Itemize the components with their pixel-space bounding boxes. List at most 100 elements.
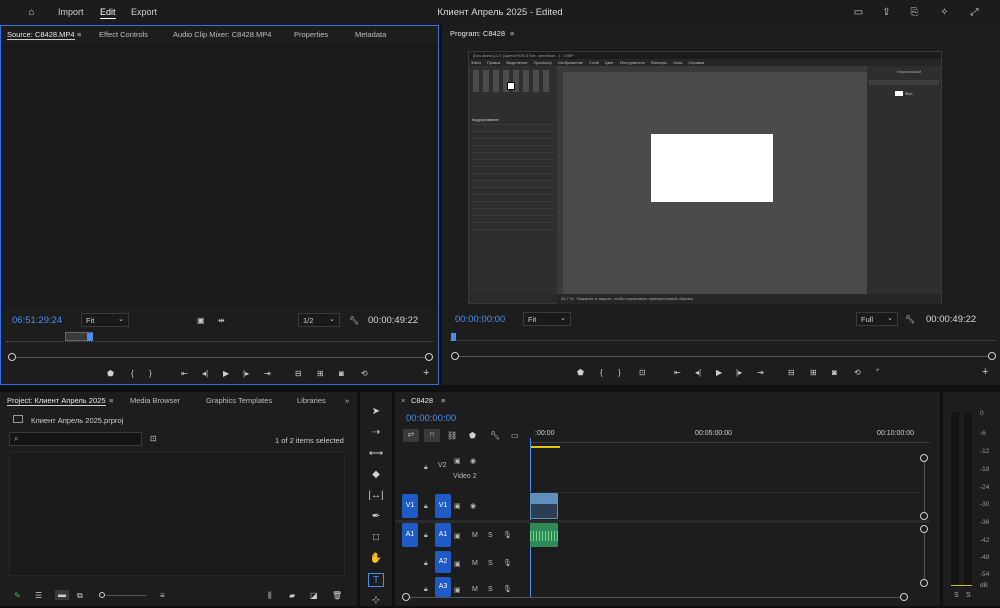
go-to-in-icon[interactable]: ⇤ bbox=[674, 368, 681, 378]
audio-scroll-handle-top[interactable] bbox=[920, 525, 928, 533]
tab-effect-controls[interactable]: Effect Controls bbox=[99, 30, 148, 39]
step-back-icon[interactable]: ◂| bbox=[695, 368, 701, 378]
wrench-icon[interactable]: 🔧︎ bbox=[349, 316, 359, 326]
add-marker-icon[interactable]: ⬟ bbox=[469, 431, 476, 441]
mark-out-icon[interactable]: } bbox=[618, 368, 621, 378]
source-menu-icon[interactable]: ≡ bbox=[77, 30, 81, 39]
tab-metadata[interactable]: Metadata bbox=[355, 30, 386, 39]
search-help-icon[interactable]: ✧ bbox=[938, 6, 951, 19]
freeform-view-icon[interactable]: ⧉ bbox=[77, 591, 83, 601]
sort-icon[interactable]: ≡ bbox=[160, 591, 165, 601]
sync-lock-icon[interactable]: ▣ bbox=[454, 532, 461, 540]
new-bin-icon[interactable]: ▰ bbox=[289, 591, 295, 601]
sequence-menu-icon[interactable]: ≡ bbox=[441, 396, 445, 405]
sync-lock-icon[interactable]: ▣ bbox=[454, 502, 461, 510]
mark-out-icon[interactable]: } bbox=[149, 369, 152, 379]
export-frame-icon[interactable]: ◙ bbox=[832, 368, 837, 378]
loop-icon[interactable]: ⟲ bbox=[361, 369, 368, 379]
add-marker-icon[interactable]: ⬟ bbox=[107, 369, 114, 379]
project-menu-icon[interactable]: ≡ bbox=[109, 396, 113, 405]
export-frame-icon[interactable]: ◙ bbox=[339, 369, 344, 379]
tab-sequence[interactable]: C8428 bbox=[411, 396, 433, 405]
play-icon[interactable]: ▶ bbox=[223, 369, 229, 379]
track-target-a2[interactable]: A2 bbox=[435, 551, 451, 573]
tab-libraries[interactable]: Libraries bbox=[297, 396, 326, 405]
source-zoom-right-handle[interactable] bbox=[425, 353, 433, 361]
audio-scroll-handle-bottom[interactable] bbox=[920, 579, 928, 587]
program-menu-icon[interactable]: ≡ bbox=[510, 29, 514, 38]
razor-tool-icon[interactable]: ◆ bbox=[368, 468, 384, 482]
play-icon[interactable]: ▶ bbox=[716, 368, 722, 378]
fullscreen-icon[interactable]: ⤢ bbox=[968, 6, 981, 19]
go-to-out-icon[interactable]: ⇥ bbox=[757, 368, 764, 378]
new-bin-search-icon[interactable]: ⊡ bbox=[150, 434, 157, 444]
timeline-scroll-left-handle[interactable] bbox=[402, 593, 410, 601]
timeline-settings-icon[interactable]: 🔧︎ bbox=[490, 431, 500, 441]
automate-icon[interactable]: ⫼ bbox=[268, 591, 272, 601]
timeline-ruler[interactable] bbox=[530, 439, 930, 443]
icon-view-icon[interactable]: ▬ bbox=[55, 590, 69, 600]
more-panels-icon[interactable]: » bbox=[345, 396, 349, 405]
mark-in-icon[interactable]: { bbox=[131, 369, 134, 379]
zoom-slider-handle[interactable] bbox=[99, 592, 105, 598]
new-item-icon[interactable]: ◪ bbox=[310, 591, 318, 601]
tab-properties[interactable]: Properties bbox=[294, 30, 328, 39]
solo-right-button[interactable]: S bbox=[966, 592, 971, 599]
close-tab-icon[interactable]: × bbox=[401, 396, 405, 405]
source-patch-v1[interactable]: V1 bbox=[402, 494, 418, 518]
source-zoom-left-handle[interactable] bbox=[8, 353, 16, 361]
add-marker-icon[interactable]: ⬟ bbox=[577, 368, 584, 378]
captions-icon[interactable]: ▭ bbox=[511, 431, 519, 441]
track-target-a3[interactable]: A3 bbox=[435, 577, 451, 597]
eye-icon[interactable]: ◉ bbox=[470, 457, 476, 465]
tab-project[interactable]: Project: Клиент Апрель 2025 bbox=[7, 396, 106, 406]
source-timecode[interactable]: 06:51:29:24 bbox=[12, 315, 62, 326]
lock-icon[interactable]: 🔒︎ bbox=[424, 560, 428, 568]
nest-icon[interactable]: ⥂ bbox=[403, 429, 419, 442]
timeline-timecode[interactable]: 00:00:00:00 bbox=[406, 413, 456, 424]
mute-button[interactable]: M bbox=[472, 586, 478, 593]
tab-audio-clip-mixer[interactable]: Audio Clip Mixer: C8428.MP4 bbox=[173, 30, 271, 39]
voiceover-icon[interactable]: 🎙︎ bbox=[503, 585, 512, 593]
tab-source[interactable]: Source: C8428.MP4 bbox=[7, 30, 75, 40]
work-area-bar[interactable] bbox=[530, 446, 560, 448]
selection-tool-icon[interactable]: ➤ bbox=[368, 405, 384, 419]
go-to-out-icon[interactable]: ⇥ bbox=[264, 369, 271, 379]
loop-icon[interactable]: ⟲ bbox=[854, 368, 861, 378]
sync-lock-icon[interactable]: ▣ bbox=[454, 560, 461, 568]
solo-button[interactable]: S bbox=[488, 586, 493, 593]
video-scrollbar[interactable] bbox=[924, 458, 925, 516]
add-button-icon[interactable]: + bbox=[982, 367, 988, 378]
sync-lock-icon[interactable]: ▣ bbox=[454, 457, 461, 465]
settings-icon[interactable]: ▣ bbox=[197, 316, 205, 326]
project-items-list[interactable] bbox=[9, 452, 345, 576]
video-scroll-handle-bottom[interactable] bbox=[920, 512, 928, 520]
slip-tool-icon[interactable]: |↔| bbox=[368, 489, 384, 503]
clear-in-out-icon[interactable]: ⊡ bbox=[639, 368, 646, 378]
rectangle-tool-icon[interactable]: □ bbox=[368, 531, 384, 545]
program-timecode[interactable]: 00:00:00:00 bbox=[455, 314, 505, 325]
voiceover-icon[interactable]: 🎙︎ bbox=[503, 531, 512, 539]
drag-video-icon[interactable]: ⇹ bbox=[218, 316, 225, 326]
tab-program[interactable]: Program: C8428 bbox=[450, 29, 505, 38]
lock-icon[interactable]: 🔒︎ bbox=[424, 586, 428, 594]
mute-button[interactable]: M bbox=[472, 560, 478, 567]
audio-clip[interactable] bbox=[530, 523, 558, 547]
track-target-a1[interactable]: A1 bbox=[435, 523, 451, 547]
quick-export-icon[interactable]: ⎘ bbox=[908, 6, 921, 19]
track-target-v1[interactable]: V1 bbox=[435, 494, 451, 518]
tab-graphics-templates[interactable]: Graphics Templates bbox=[206, 396, 272, 405]
mark-in-icon[interactable]: { bbox=[600, 368, 603, 378]
step-forward-icon[interactable]: |▸ bbox=[243, 369, 249, 379]
eye-icon[interactable]: ◉ bbox=[470, 502, 476, 510]
mute-button[interactable]: M bbox=[472, 532, 478, 539]
source-patch-a1[interactable]: A1 bbox=[402, 523, 418, 547]
zoom-slider[interactable] bbox=[106, 595, 146, 596]
source-playhead[interactable] bbox=[87, 333, 93, 341]
type-tool-icon[interactable]: T bbox=[368, 573, 384, 587]
lock-icon[interactable]: 🔒︎ bbox=[424, 464, 428, 472]
add-button-icon[interactable]: + bbox=[423, 368, 429, 379]
project-search-input[interactable]: ⌕ bbox=[9, 432, 142, 446]
track-name-v2[interactable]: V2 bbox=[438, 462, 447, 469]
trash-icon[interactable]: 🗑︎ bbox=[332, 591, 342, 601]
